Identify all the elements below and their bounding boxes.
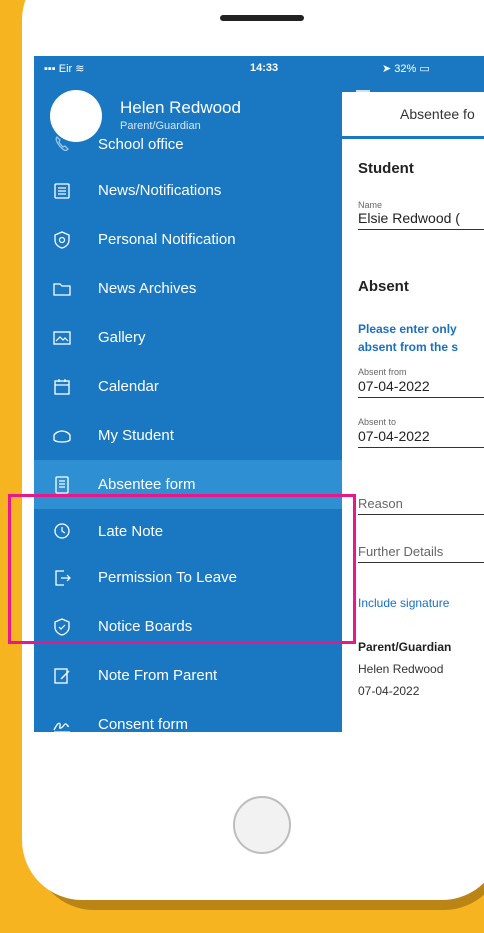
menu-label: Consent form	[98, 716, 189, 732]
name-field-value[interactable]: Elsie Redwood (	[358, 210, 460, 226]
calendar-icon	[52, 377, 72, 397]
parent-guardian-date: 07-04-2022	[358, 684, 420, 698]
newspaper-icon	[52, 181, 72, 201]
panel-status-bar: ➤ 32% ▭	[382, 62, 430, 75]
image-icon	[52, 328, 72, 348]
home-button[interactable]	[233, 796, 291, 854]
menu-label: Absentee form	[98, 476, 196, 493]
menu-label: Note From Parent	[98, 667, 218, 684]
location-icon: ➤	[382, 63, 392, 75]
folder-icon	[52, 279, 72, 299]
parent-guardian-heading: Parent/Guardian	[358, 640, 452, 654]
absent-to-input[interactable]: 07-04-2022	[358, 428, 430, 444]
wifi-icon: ≋	[75, 63, 85, 75]
battery-percentage: 32%	[394, 63, 417, 75]
absent-from-label: Absent from	[358, 367, 407, 377]
menu-label: Personal Notification	[98, 231, 236, 248]
carrier-name: Eir	[58, 63, 73, 75]
reason-input[interactable]: Reason	[358, 496, 403, 511]
menu-item-my-student[interactable]: My Student	[34, 411, 342, 460]
menu-item-news-archives[interactable]: News Archives	[34, 264, 342, 313]
carrier-indicator: ▪▪▪ Eir ≋	[44, 62, 85, 75]
menu-label: Gallery	[98, 329, 146, 346]
name-field-label: Name	[358, 200, 383, 210]
menu-label: School office	[98, 135, 184, 153]
absent-from-underline	[358, 397, 484, 398]
menu-label: News/Notifications	[98, 182, 222, 199]
further-details-underline	[358, 562, 484, 563]
tab-absentee-form[interactable]: Absentee fo	[400, 106, 475, 122]
absent-instruction-line1: Please enter only	[358, 322, 457, 336]
include-signature-link[interactable]: Include signature	[358, 596, 449, 610]
highlight-box	[8, 494, 356, 644]
phone-frame: ▪▪▪ Eir ≋ 14:33 Helen Redwood Parent/Gua…	[22, 0, 484, 900]
signal-icon: ▪▪▪	[44, 63, 56, 75]
menu-label: My Student	[98, 427, 174, 444]
note-pen-icon	[52, 666, 72, 686]
menu-item-gallery[interactable]: Gallery	[34, 313, 342, 362]
reason-underline	[358, 514, 484, 515]
status-time: 14:33	[250, 62, 279, 74]
name-field-underline	[358, 229, 484, 230]
menu-label: Calendar	[98, 378, 159, 395]
battery-icon: ▭	[419, 63, 430, 75]
signature-icon	[52, 715, 72, 732]
absent-to-label: Absent to	[358, 417, 397, 427]
menu-item-personal-notification[interactable]: Personal Notification	[34, 215, 342, 264]
absent-to-underline	[358, 447, 484, 448]
menu-label: News Archives	[98, 280, 197, 297]
absent-instruction-line2: absent from the s	[358, 340, 459, 354]
phone-icon	[52, 134, 72, 154]
menu-item-news-notifications[interactable]: News/Notifications	[34, 166, 342, 215]
form-icon	[52, 475, 72, 495]
shield-icon	[52, 230, 72, 250]
student-section-heading: Student	[358, 160, 414, 177]
profile-name: Helen Redwood	[120, 98, 241, 117]
further-details-input[interactable]: Further Details	[358, 544, 443, 559]
absent-section-heading: Absent	[358, 278, 409, 295]
menu-item-note-from-parent[interactable]: Note From Parent	[34, 651, 342, 700]
status-bar: ▪▪▪ Eir ≋ 14:33	[34, 56, 342, 82]
absentee-form-panel: ➤ 32% ▭ Absentee fo Student Name Elsie R…	[342, 56, 484, 732]
menu-item-consent-form[interactable]: Consent form	[34, 700, 342, 732]
phone-speaker	[220, 15, 304, 21]
menu-item-calendar[interactable]: Calendar	[34, 362, 342, 411]
menu-item-school-office[interactable]: School office	[34, 122, 342, 166]
parent-guardian-name: Helen Redwood	[358, 662, 444, 676]
student-cap-icon	[52, 426, 72, 446]
absent-from-input[interactable]: 07-04-2022	[358, 378, 430, 394]
tab-indicator	[342, 136, 484, 139]
